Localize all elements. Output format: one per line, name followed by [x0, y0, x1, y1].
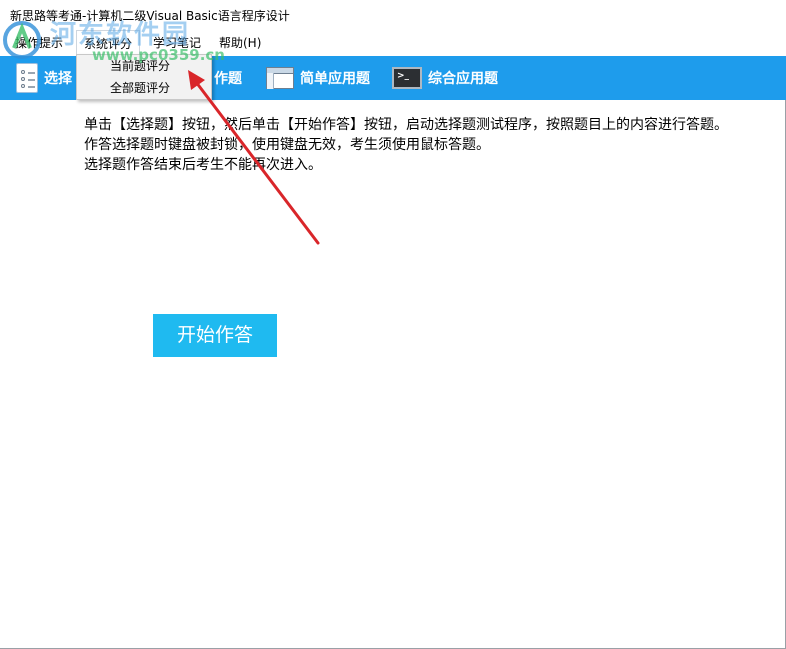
instruction-paragraph: 作答选择题时键盘被封锁，使用键盘无效，考生须使用鼠标答题。 [84, 137, 490, 153]
start-answer-button[interactable]: 开始作答 [153, 314, 277, 357]
terminal-icon: >_ [392, 67, 422, 89]
tool-programming-label: 作题 [214, 71, 242, 87]
tool-choice-label: 选择 [44, 71, 72, 87]
watermark-url: www.pc0359.cn [92, 46, 225, 64]
tool-choice-questions[interactable]: 选择 [16, 56, 72, 100]
window-icon [266, 67, 294, 89]
instruction-paragraph: 选择题作答结束后考生不能再次进入。 [84, 157, 322, 173]
instructions: 单击【选择题】按钮，然后单击【开始作答】按钮，启动选择题测试程序，按照题目上的内… [52, 115, 764, 175]
list-icon [16, 63, 38, 93]
tool-comprehensive-application[interactable]: >_ 综合应用题 [392, 56, 498, 100]
tool-simple-application[interactable]: 简单应用题 [266, 56, 370, 100]
watermark-logo-icon [3, 21, 41, 59]
app-window: 新思路等考通-计算机二级Visual Basic语言程序设计 操作提示 系统评分… [0, 0, 786, 649]
instruction-paragraph: 单击【选择题】按钮，然后单击【开始作答】按钮，启动选择题测试程序，按照题目上的内… [84, 117, 728, 133]
tool-simple-application-label: 简单应用题 [300, 71, 370, 87]
menu-item-all-score[interactable]: 全部题评分 [77, 77, 211, 99]
tool-comprehensive-application-label: 综合应用题 [428, 71, 498, 87]
